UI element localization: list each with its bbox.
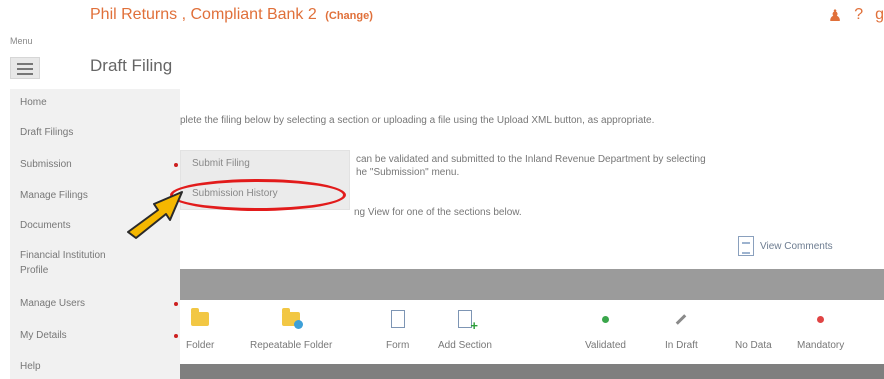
- instruction-line-3: ng View for one of the sections below.: [354, 207, 522, 218]
- help-icon[interactable]: ?: [854, 6, 863, 26]
- view-comments-label: View Comments: [760, 240, 833, 252]
- menu-label: Menu: [10, 36, 33, 46]
- sidebar-item-submission[interactable]: Submission: [20, 159, 72, 170]
- legend-validated: Validated: [585, 308, 626, 351]
- submenu-item-submit-filing[interactable]: Submit Filing: [192, 158, 250, 169]
- pointer-arrow-icon: [127, 191, 183, 239]
- pencil-icon: [676, 313, 687, 325]
- hamburger-menu-icon[interactable]: [10, 57, 40, 79]
- legend-in-draft: In Draft: [665, 308, 698, 351]
- sidebar-item-profile[interactable]: Profile: [20, 265, 48, 276]
- repeatable-folder-icon: [282, 308, 304, 329]
- legend-repeatable-folder: Repeatable Folder: [250, 308, 332, 351]
- sidebar-item-manage-filings[interactable]: Manage Filings: [20, 190, 88, 201]
- sidebar-item-financial-institution[interactable]: Financial Institution: [20, 250, 106, 261]
- sidebar-item-draft-filings[interactable]: Draft Filings: [20, 127, 73, 138]
- legend-form: Form: [386, 308, 409, 351]
- green-dot-icon: [601, 315, 609, 323]
- page-title: Draft Filing: [90, 56, 173, 75]
- folder-icon: [191, 308, 210, 326]
- view-comments-button[interactable]: View Comments: [738, 236, 833, 256]
- legend-label: Folder: [186, 340, 215, 351]
- legend-folder: Folder: [186, 308, 214, 351]
- legend-label: No Data: [735, 340, 772, 351]
- legend-label: Form: [386, 340, 410, 351]
- submenu-indicator-dot: [174, 302, 178, 306]
- comments-doc-icon: [738, 236, 754, 256]
- header-title-text: Phil Returns , Compliant Bank 2: [90, 6, 317, 23]
- filing-table-row-bar: [180, 364, 884, 379]
- submenu-indicator-dot: [174, 334, 178, 338]
- blank-icon: [750, 316, 757, 323]
- legend-label: Mandatory: [797, 340, 845, 351]
- sidebar-item-home[interactable]: Home: [20, 97, 47, 108]
- instruction-line-2b: he "Submission" menu.: [356, 167, 460, 178]
- red-dot-icon: [817, 315, 825, 323]
- sidebar-item-manage-users[interactable]: Manage Users: [20, 298, 85, 309]
- instruction-line-1: plete the filing below by selecting a se…: [180, 115, 655, 126]
- legend-label: In Draft: [665, 340, 698, 351]
- highlight-oval: [170, 179, 346, 211]
- sidebar-item-help[interactable]: Help: [20, 361, 41, 372]
- submenu-indicator-dot: [174, 163, 178, 167]
- header-title: Phil Returns , Compliant Bank 2 (Change): [90, 6, 373, 24]
- legend-add-section: Add Section: [438, 308, 492, 351]
- sidebar-item-my-details[interactable]: My Details: [20, 330, 67, 341]
- user-icon[interactable]: ♟: [828, 6, 842, 26]
- legend-label: Add Section: [438, 340, 492, 351]
- sidebar-item-documents[interactable]: Documents: [20, 220, 71, 231]
- legend-no-data: No Data: [735, 308, 772, 351]
- add-section-icon: [457, 310, 478, 333]
- legend-mandatory: Mandatory: [797, 308, 844, 351]
- filing-table-header-bar: [180, 269, 884, 300]
- legend-label: Repeatable Folder: [250, 340, 333, 351]
- form-icon: [390, 310, 405, 328]
- instruction-line-2a: can be validated and submitted to the In…: [356, 154, 706, 165]
- legend-label: Validated: [585, 340, 626, 351]
- header-icons: ♟ ? g: [828, 6, 884, 26]
- change-link[interactable]: (Change): [325, 10, 373, 22]
- g-icon[interactable]: g: [875, 6, 884, 26]
